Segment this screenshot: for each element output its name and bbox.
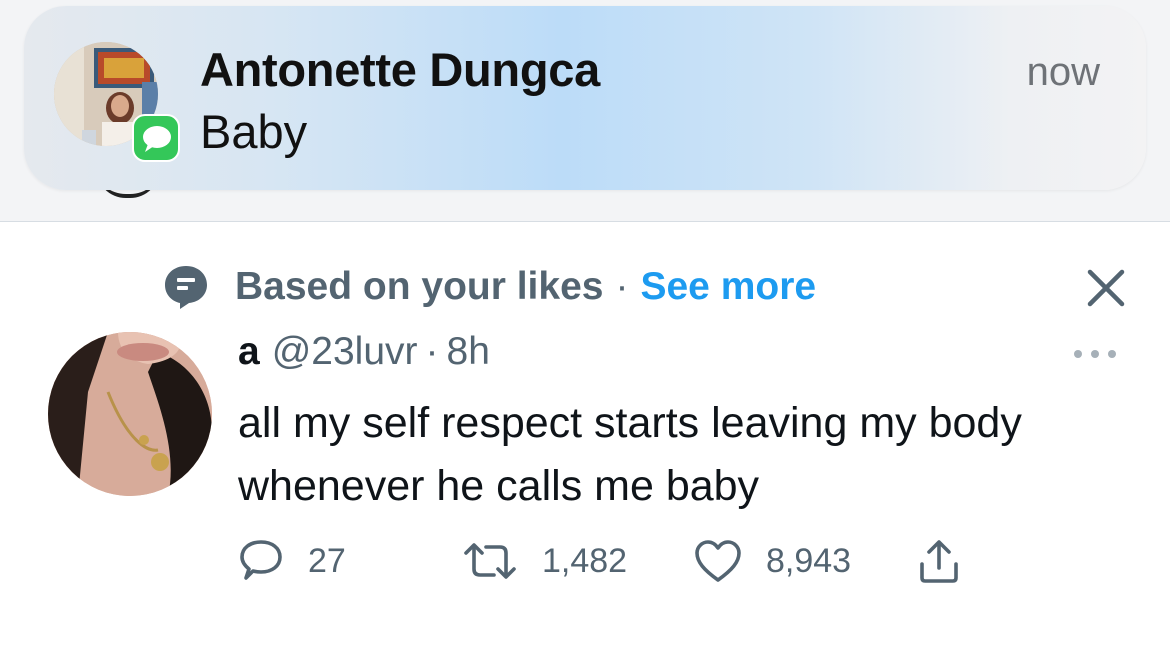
speech-bubble-icon: [165, 266, 207, 309]
notification-sender: Antonette Dungca: [200, 43, 600, 96]
header-separator: ·: [425, 330, 439, 373]
reply-button[interactable]: 27: [238, 536, 346, 586]
messages-icon: [132, 114, 180, 162]
like-button[interactable]: 8,943: [694, 536, 851, 586]
notification-message: Baby: [200, 105, 308, 158]
share-icon: [920, 540, 958, 583]
more-options-icon[interactable]: [1070, 344, 1120, 364]
tweet-context: Based on your likes · See more: [163, 262, 816, 312]
see-more-link[interactable]: See more: [640, 265, 816, 309]
heart-icon: [695, 540, 741, 582]
notification-time: now: [1026, 50, 1100, 94]
tweet-header: a @23luvr · 8h: [238, 330, 490, 378]
message-notification-banner[interactable]: Antonette Dungca Baby now: [24, 6, 1146, 190]
close-icon[interactable]: [1084, 266, 1128, 310]
author-name[interactable]: a: [238, 330, 260, 374]
context-separator: ·: [615, 265, 629, 308]
retweet-button[interactable]: 1,482: [462, 536, 627, 586]
like-count: 8,943: [766, 541, 852, 580]
tweet-time[interactable]: 8h: [447, 330, 490, 374]
share-button[interactable]: [918, 536, 960, 586]
notification-area: Antonette Dungca Baby now: [0, 0, 1170, 222]
reply-count: 27: [308, 541, 346, 580]
context-label: Based on your likes: [235, 265, 604, 308]
retweet-icon: [464, 543, 516, 579]
tweet-text: all my self respect starts leaving my bo…: [238, 399, 1022, 510]
reply-icon: [240, 540, 282, 580]
retweet-count: 1,482: [542, 541, 628, 580]
author-handle[interactable]: @23luvr: [272, 330, 418, 374]
author-avatar[interactable]: [48, 332, 212, 496]
